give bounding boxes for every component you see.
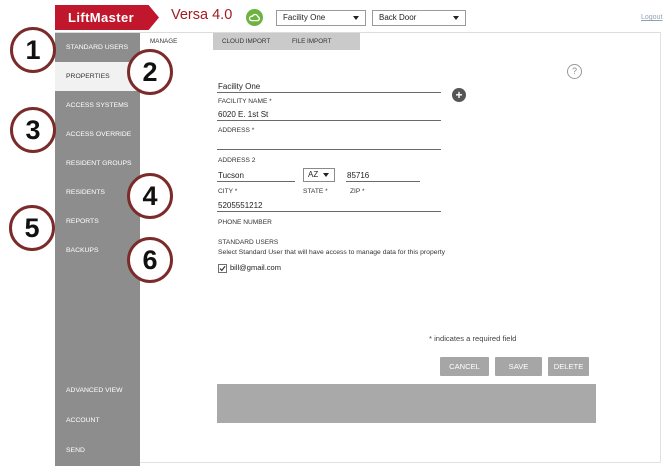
sidebar-item-access-override[interactable]: ACCESS OVERRIDE bbox=[55, 120, 140, 149]
sidebar-item-access-systems[interactable]: ACCESS SYSTEMS bbox=[55, 91, 140, 120]
callout-3: 3 bbox=[10, 107, 56, 153]
footer-panel bbox=[217, 384, 596, 423]
state-select[interactable]: AZ bbox=[303, 168, 335, 182]
facility-select-value: Facility One bbox=[283, 13, 326, 22]
address2-label: ADDRESS 2 bbox=[218, 157, 256, 164]
phone-label: PHONE NUMBER bbox=[218, 219, 272, 226]
phone-field[interactable] bbox=[217, 199, 441, 212]
address-label: ADDRESS * bbox=[218, 127, 255, 134]
sidebar-item-resident-groups[interactable]: RESIDENT GROUPS bbox=[55, 149, 140, 178]
facility-name-field[interactable] bbox=[217, 80, 441, 93]
standard-users-hint: Select Standard User that will have acce… bbox=[218, 249, 446, 256]
address2-field[interactable] bbox=[217, 137, 441, 150]
standard-user-email[interactable]: bill@gmail.com bbox=[230, 263, 281, 273]
tab-file-import[interactable]: FILE IMPORT bbox=[283, 33, 360, 50]
callout-1: 1 bbox=[10, 27, 56, 73]
door-select[interactable]: Back Door bbox=[372, 10, 466, 26]
logout-link[interactable]: Logout bbox=[641, 14, 662, 21]
cloud-icon[interactable] bbox=[246, 9, 263, 26]
sidebar: STANDARD USERS PROPERTIES ACCESS SYSTEMS… bbox=[55, 33, 140, 466]
city-label: CITY * bbox=[218, 188, 238, 195]
callout-2: 2 bbox=[127, 49, 173, 95]
liftmaster-logo: LiftMaster bbox=[55, 5, 159, 30]
chevron-down-icon bbox=[323, 173, 329, 177]
add-icon[interactable]: + bbox=[452, 88, 466, 102]
callout-5: 5 bbox=[9, 205, 55, 251]
sidebar-item-send[interactable]: SEND bbox=[55, 436, 140, 466]
sidebar-item-account[interactable]: ACCOUNT bbox=[55, 406, 140, 436]
app-title: Versa 4.0 bbox=[171, 7, 233, 23]
callout-6: 6 bbox=[127, 237, 173, 283]
save-button[interactable]: SAVE bbox=[495, 357, 542, 376]
callout-4: 4 bbox=[127, 173, 173, 219]
door-select-value: Back Door bbox=[379, 13, 417, 22]
tab-manage[interactable]: MANAGE bbox=[140, 33, 213, 50]
checkbox-checked-icon[interactable] bbox=[218, 264, 227, 273]
standard-users-heading: STANDARD USERS bbox=[218, 239, 279, 246]
state-select-value: AZ bbox=[308, 170, 319, 179]
sidebar-item-standard-users[interactable]: STANDARD USERS bbox=[55, 33, 140, 62]
sidebar-item-advanced-view[interactable]: ADVANCED VIEW bbox=[55, 376, 140, 406]
state-label: STATE * bbox=[303, 188, 328, 195]
required-field-note: * indicates a required field bbox=[429, 334, 517, 343]
chevron-down-icon bbox=[353, 16, 359, 20]
address-field[interactable] bbox=[217, 108, 441, 121]
tab-cloud-import[interactable]: CLOUD IMPORT bbox=[213, 33, 283, 50]
delete-button[interactable]: DELETE bbox=[548, 357, 589, 376]
cancel-button[interactable]: CANCEL bbox=[440, 357, 489, 376]
zip-label: ZIP * bbox=[350, 188, 365, 195]
logo-wordmark: LiftMaster bbox=[68, 10, 135, 25]
chevron-down-icon bbox=[453, 16, 459, 20]
zip-field[interactable] bbox=[346, 169, 420, 182]
sidebar-item-reports[interactable]: REPORTS bbox=[55, 207, 140, 236]
city-field[interactable] bbox=[217, 169, 295, 182]
help-icon[interactable]: ? bbox=[567, 64, 582, 79]
facility-select[interactable]: Facility One bbox=[276, 10, 366, 26]
facility-name-label: FACILITY NAME * bbox=[218, 98, 272, 105]
